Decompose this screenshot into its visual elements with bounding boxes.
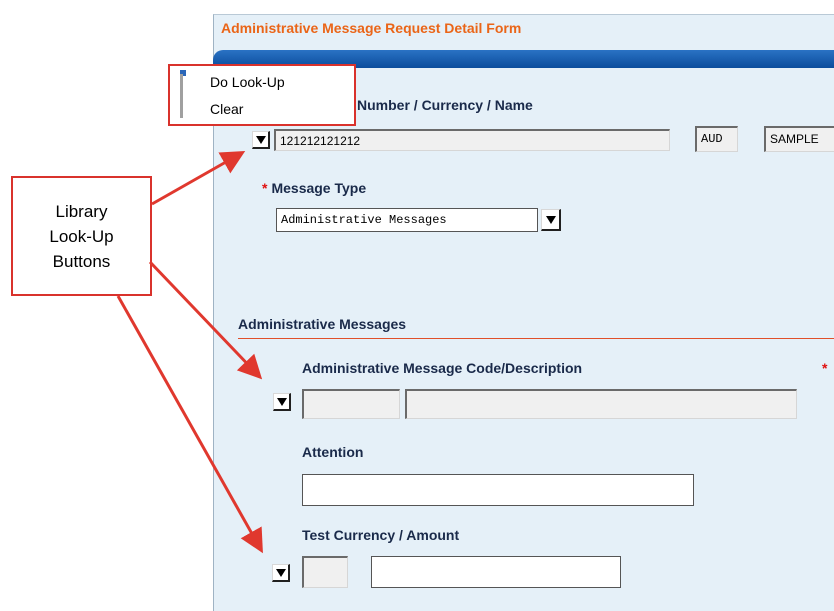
section-divider <box>238 338 834 339</box>
required-marker: * <box>822 360 828 376</box>
attention-input[interactable] <box>302 474 694 506</box>
triangle-down-icon <box>275 568 286 577</box>
section-title: Administrative Messages <box>238 316 407 332</box>
message-type-label: * Message Type <box>262 180 366 196</box>
code-field[interactable] <box>302 389 400 419</box>
lookup-context-menu: Do Look-Up Clear <box>168 64 356 126</box>
menu-gutter <box>180 74 183 118</box>
test-currency-field[interactable] <box>302 556 348 588</box>
code-lookup-button[interactable] <box>273 393 291 411</box>
callout-box: Library Look-Up Buttons <box>11 176 152 296</box>
triangle-down-icon <box>276 397 287 406</box>
triangle-down-icon <box>255 135 266 144</box>
test-amount-input[interactable] <box>371 556 621 588</box>
callout-text: Library Look-Up Buttons <box>49 199 113 274</box>
required-marker: * <box>262 180 268 196</box>
test-currency-lookup-button[interactable] <box>272 564 290 582</box>
account-number-field[interactable]: 121212121212 <box>274 129 670 151</box>
account-lookup-button[interactable] <box>252 131 270 149</box>
message-type-text: Message Type <box>271 180 367 196</box>
callout-line: Library <box>55 201 108 221</box>
test-currency-label: Test Currency / Amount <box>302 527 460 543</box>
form-title: Administrative Message Request Detail Fo… <box>221 20 522 36</box>
name-field[interactable]: SAMPLE <box>764 126 834 152</box>
callout-line: Buttons <box>52 251 111 271</box>
callout-line: Look-Up <box>49 226 114 246</box>
currency-field[interactable]: AUD <box>695 126 738 152</box>
message-type-dropdown-button[interactable] <box>541 209 561 231</box>
chevron-down-icon <box>545 215 556 224</box>
code-description-label: Administrative Message Code/Description <box>302 360 583 376</box>
description-field[interactable] <box>405 389 797 419</box>
menu-item-do-lookup[interactable]: Do Look-Up <box>210 74 285 90</box>
account-label: Number / Currency / Name <box>357 97 533 113</box>
menu-item-clear[interactable]: Clear <box>210 101 243 117</box>
message-type-value[interactable]: Administrative Messages <box>276 208 538 232</box>
attention-label: Attention <box>302 444 364 460</box>
message-type-select[interactable]: Administrative Messages <box>276 208 563 232</box>
